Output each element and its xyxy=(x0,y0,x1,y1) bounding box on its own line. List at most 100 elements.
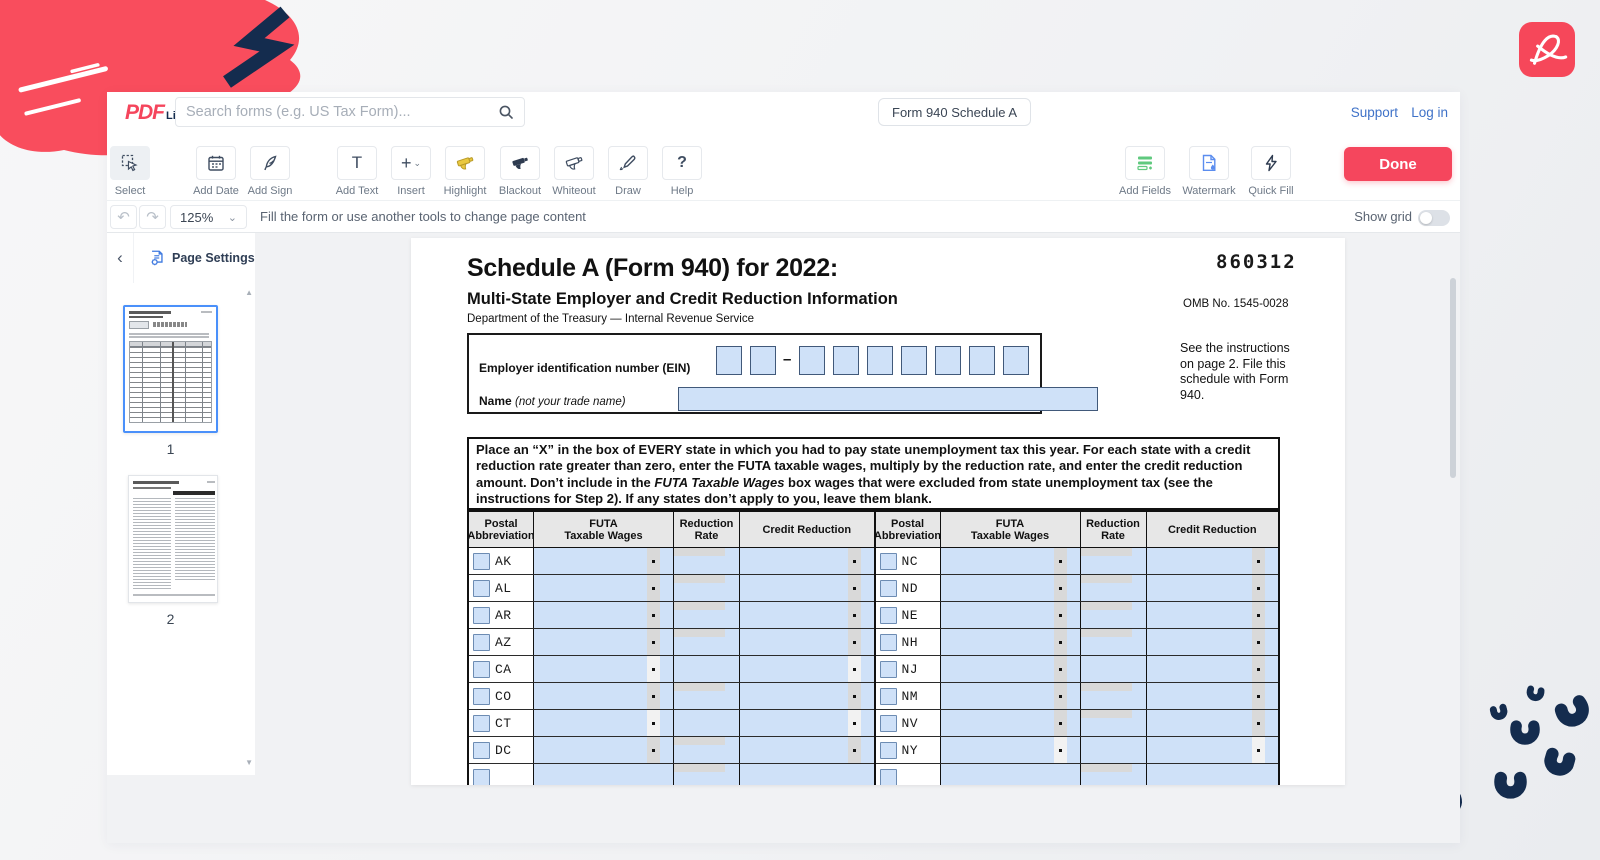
reduction-rate-field[interactable] xyxy=(1081,548,1147,574)
support-link[interactable]: Support xyxy=(1351,105,1398,120)
ein-digit-field[interactable] xyxy=(799,346,825,375)
credit-reduction-field[interactable] xyxy=(1147,656,1279,682)
credit-reduction-field[interactable] xyxy=(1147,737,1279,763)
credit-reduction-field[interactable] xyxy=(740,710,874,736)
futa-wages-field[interactable] xyxy=(534,548,674,574)
futa-wages-field[interactable] xyxy=(941,629,1081,655)
state-checkbox[interactable] xyxy=(880,607,897,624)
ein-digit-field[interactable] xyxy=(867,346,893,375)
credit-reduction-field[interactable] xyxy=(1147,764,1279,785)
tool-add-fields[interactable]: Add Fields xyxy=(1110,146,1180,197)
tool-quick-fill[interactable]: Quick Fill xyxy=(1236,146,1306,197)
thumbnails-scroll-up-icon[interactable]: ▲ xyxy=(245,288,253,297)
zoom-level-dropdown[interactable]: 125% ⌄ xyxy=(170,205,247,229)
done-button[interactable]: Done xyxy=(1344,147,1452,181)
reduction-rate-field[interactable] xyxy=(674,656,740,682)
futa-wages-field[interactable] xyxy=(534,575,674,601)
futa-wages-field[interactable] xyxy=(534,764,674,785)
tool-watermark[interactable]: Watermark xyxy=(1174,146,1244,197)
reduction-rate-field[interactable] xyxy=(1081,575,1147,601)
ein-digit-field[interactable] xyxy=(750,346,776,375)
state-checkbox[interactable] xyxy=(880,769,897,785)
futa-wages-field[interactable] xyxy=(941,575,1081,601)
state-checkbox[interactable] xyxy=(473,607,490,624)
viewer-scrollbar[interactable] xyxy=(1450,278,1456,478)
reduction-rate-field[interactable] xyxy=(1081,629,1147,655)
credit-reduction-field[interactable] xyxy=(740,548,874,574)
credit-reduction-field[interactable] xyxy=(740,683,874,709)
ein-digit-field[interactable] xyxy=(1003,346,1029,375)
ein-digit-field[interactable] xyxy=(935,346,961,375)
reduction-rate-field[interactable] xyxy=(674,629,740,655)
state-checkbox[interactable] xyxy=(880,634,897,651)
state-checkbox[interactable] xyxy=(473,580,490,597)
reduction-rate-field[interactable] xyxy=(1081,602,1147,628)
state-checkbox[interactable] xyxy=(880,553,897,570)
page-thumbnail-1[interactable] xyxy=(123,305,218,433)
futa-wages-field[interactable] xyxy=(534,602,674,628)
show-grid-toggle[interactable] xyxy=(1418,210,1450,226)
reduction-rate-field[interactable] xyxy=(1081,656,1147,682)
state-checkbox[interactable] xyxy=(473,634,490,651)
name-input-field[interactable] xyxy=(678,387,1098,411)
futa-wages-field[interactable] xyxy=(534,710,674,736)
futa-wages-field[interactable] xyxy=(941,710,1081,736)
reduction-rate-field[interactable] xyxy=(674,683,740,709)
credit-reduction-field[interactable] xyxy=(1147,629,1279,655)
state-checkbox[interactable] xyxy=(880,688,897,705)
tool-help[interactable]: ? Help xyxy=(647,146,717,197)
ein-digit-field[interactable] xyxy=(833,346,859,375)
credit-reduction-field[interactable] xyxy=(740,629,874,655)
reduction-rate-field[interactable] xyxy=(674,737,740,763)
futa-wages-field[interactable] xyxy=(534,629,674,655)
credit-reduction-field[interactable] xyxy=(1147,575,1279,601)
thumbnails-scroll-down-icon[interactable]: ▼ xyxy=(245,758,253,767)
page-settings-button[interactable]: Page Settings xyxy=(133,233,255,283)
reduction-rate-field[interactable] xyxy=(674,575,740,601)
reduction-rate-field[interactable] xyxy=(674,710,740,736)
reduction-rate-field[interactable] xyxy=(1081,710,1147,736)
reduction-rate-field[interactable] xyxy=(1081,683,1147,709)
credit-reduction-field[interactable] xyxy=(740,656,874,682)
state-checkbox[interactable] xyxy=(880,742,897,759)
state-checkbox[interactable] xyxy=(880,580,897,597)
credit-reduction-field[interactable] xyxy=(1147,602,1279,628)
futa-wages-field[interactable] xyxy=(941,602,1081,628)
login-link[interactable]: Log in xyxy=(1411,105,1448,120)
search-icon[interactable] xyxy=(498,104,514,120)
futa-wages-field[interactable] xyxy=(941,548,1081,574)
undo-button[interactable]: ↶ xyxy=(110,205,137,229)
document-title-chip[interactable]: Form 940 Schedule A xyxy=(878,98,1031,126)
state-checkbox[interactable] xyxy=(473,769,490,785)
state-checkbox[interactable] xyxy=(473,661,490,678)
collapse-sidebar-button[interactable]: ‹ xyxy=(107,233,133,283)
tool-add-sign[interactable]: Add Sign xyxy=(235,146,305,197)
search-input[interactable] xyxy=(176,104,498,120)
ein-digit-field[interactable] xyxy=(969,346,995,375)
state-checkbox[interactable] xyxy=(473,715,490,732)
state-checkbox[interactable] xyxy=(473,742,490,759)
futa-wages-field[interactable] xyxy=(534,737,674,763)
reduction-rate-field[interactable] xyxy=(674,602,740,628)
credit-reduction-field[interactable] xyxy=(740,602,874,628)
credit-reduction-field[interactable] xyxy=(740,737,874,763)
futa-wages-field[interactable] xyxy=(941,764,1081,785)
credit-reduction-field[interactable] xyxy=(1147,683,1279,709)
ein-digit-field[interactable] xyxy=(901,346,927,375)
credit-reduction-field[interactable] xyxy=(740,575,874,601)
futa-wages-field[interactable] xyxy=(941,737,1081,763)
ein-digit-field[interactable] xyxy=(716,346,742,375)
page-thumbnail-2[interactable] xyxy=(128,475,218,603)
credit-reduction-field[interactable] xyxy=(1147,548,1279,574)
reduction-rate-field[interactable] xyxy=(1081,737,1147,763)
state-checkbox[interactable] xyxy=(473,553,490,570)
state-checkbox[interactable] xyxy=(880,715,897,732)
redo-button[interactable]: ↷ xyxy=(139,205,166,229)
futa-wages-field[interactable] xyxy=(534,683,674,709)
reduction-rate-field[interactable] xyxy=(674,548,740,574)
state-checkbox[interactable] xyxy=(473,688,490,705)
reduction-rate-field[interactable] xyxy=(1081,764,1147,785)
tool-select[interactable]: Select xyxy=(95,146,165,197)
futa-wages-field[interactable] xyxy=(941,683,1081,709)
credit-reduction-field[interactable] xyxy=(1147,710,1279,736)
